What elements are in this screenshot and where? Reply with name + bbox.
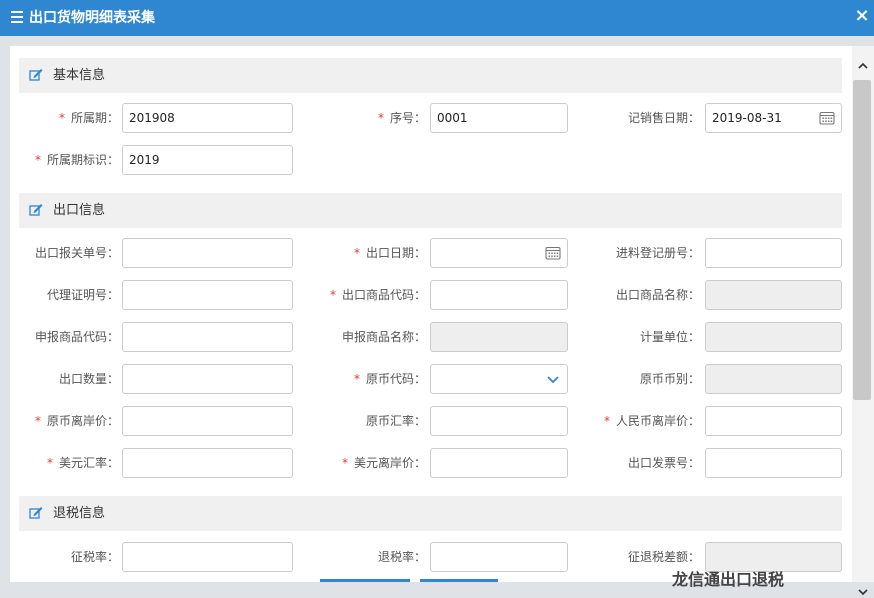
sales-date-value: 2019-08-31 [712, 111, 782, 125]
calendar-icon[interactable] [819, 111, 835, 125]
seq-no-input[interactable]: 0001 [430, 103, 568, 133]
required-mark: * [603, 414, 610, 428]
fob-rmb-label: * 人民币离岸价： [603, 414, 700, 428]
required-mark: * [353, 246, 360, 260]
unit-input [705, 322, 842, 352]
fob-usd-input[interactable] [430, 448, 568, 478]
menu-icon[interactable] [11, 11, 23, 25]
export-date-label: * 出口日期： [353, 246, 426, 260]
currency-label: 原币币别： [639, 372, 700, 386]
agency-cert-no-label: 代理证明号： [46, 288, 119, 302]
orig-rate-input[interactable] [430, 406, 568, 436]
period-flag-input[interactable]: 2019 [122, 145, 293, 175]
goods-code-label: * 出口商品代码： [329, 288, 426, 302]
import-reg-no-input[interactable] [705, 238, 842, 268]
agency-cert-no-input[interactable] [122, 280, 293, 310]
period-label: * 所属期： [58, 111, 119, 125]
goods-name-label: 出口商品名称： [615, 288, 700, 302]
decl-goods-name-input [430, 322, 568, 352]
export-date-input[interactable] [430, 238, 568, 268]
calendar-icon[interactable] [545, 246, 561, 260]
seq-no-label: * 序号： [377, 111, 426, 125]
required-mark: * [34, 153, 41, 167]
unit-label: 计量单位： [639, 330, 700, 344]
required-mark: * [341, 456, 348, 470]
watermark: 龙信通出口退税 [672, 570, 785, 589]
close-icon[interactable]: × [852, 6, 872, 26]
tax-rate-input[interactable] [122, 542, 293, 572]
title-bar: 出口货物明细表采集 × [0, 0, 874, 36]
invoice-no-input[interactable] [705, 448, 842, 478]
import-reg-no-label: 进料登记册号： [615, 246, 700, 260]
chevron-up-icon[interactable] [857, 60, 869, 72]
required-mark: * [353, 372, 360, 386]
vertical-scrollbar[interactable] [852, 46, 874, 596]
section-title: 基本信息 [53, 68, 106, 83]
period-flag-label: * 所属期标识： [34, 153, 119, 167]
usd-rate-label: * 美元汇率： [46, 456, 119, 470]
required-mark: * [329, 288, 336, 302]
tax-rate-label: 征税率： [70, 550, 119, 564]
usd-rate-input[interactable] [122, 448, 293, 478]
decl-goods-name-label: 申报商品名称： [341, 330, 426, 344]
chevron-down-icon[interactable] [857, 586, 869, 598]
sales-date-input[interactable]: 2019-08-31 [705, 103, 842, 133]
customs-no-input[interactable] [122, 238, 293, 268]
required-mark: * [58, 111, 65, 125]
edit-icon [29, 69, 43, 81]
section-title: 出口信息 [53, 203, 106, 218]
edit-icon [29, 204, 43, 216]
refund-rate-input[interactable] [430, 542, 568, 572]
section-export-info: 出口信息 [19, 193, 842, 228]
required-mark: * [46, 456, 53, 470]
goods-code-input[interactable] [430, 280, 568, 310]
goods-name-input [705, 280, 842, 310]
scrollbar-thumb[interactable] [853, 80, 871, 400]
decl-goods-code-label: 申报商品代码： [34, 330, 119, 344]
section-title: 退税信息 [53, 506, 106, 521]
period-input[interactable]: 201908 [122, 103, 293, 133]
required-mark: * [377, 111, 384, 125]
currency-input [705, 364, 842, 394]
edit-icon [29, 507, 43, 519]
invoice-no-label: 出口发票号： [627, 456, 700, 470]
form-panel: 基本信息 * 所属期： 201908 * 序号： 0001 记销售日期： 2019-… [10, 46, 852, 582]
quantity-input[interactable] [122, 364, 293, 394]
fob-usd-label: * 美元离岸价： [341, 456, 426, 470]
quantity-label: 出口数量： [58, 372, 119, 386]
decl-goods-code-input[interactable] [122, 322, 293, 352]
sales-date-label: 记销售日期： [627, 111, 700, 125]
customs-no-label: 出口报关单号： [34, 246, 119, 260]
required-mark: * [34, 414, 41, 428]
currency-code-label: * 原币代码： [353, 372, 426, 386]
fob-orig-input[interactable] [122, 406, 293, 436]
chevron-down-icon[interactable] [545, 372, 561, 386]
fob-orig-label: * 原币离岸价： [34, 414, 119, 428]
section-basic-info: 基本信息 [19, 58, 842, 93]
currency-code-select[interactable] [430, 364, 568, 394]
section-refund-info: 退税信息 [19, 496, 842, 531]
window-title: 出口货物明细表采集 [29, 10, 155, 26]
refund-rate-label: 退税率： [377, 550, 426, 564]
fob-rmb-input[interactable] [705, 406, 842, 436]
orig-rate-label: 原币汇率： [365, 414, 426, 428]
